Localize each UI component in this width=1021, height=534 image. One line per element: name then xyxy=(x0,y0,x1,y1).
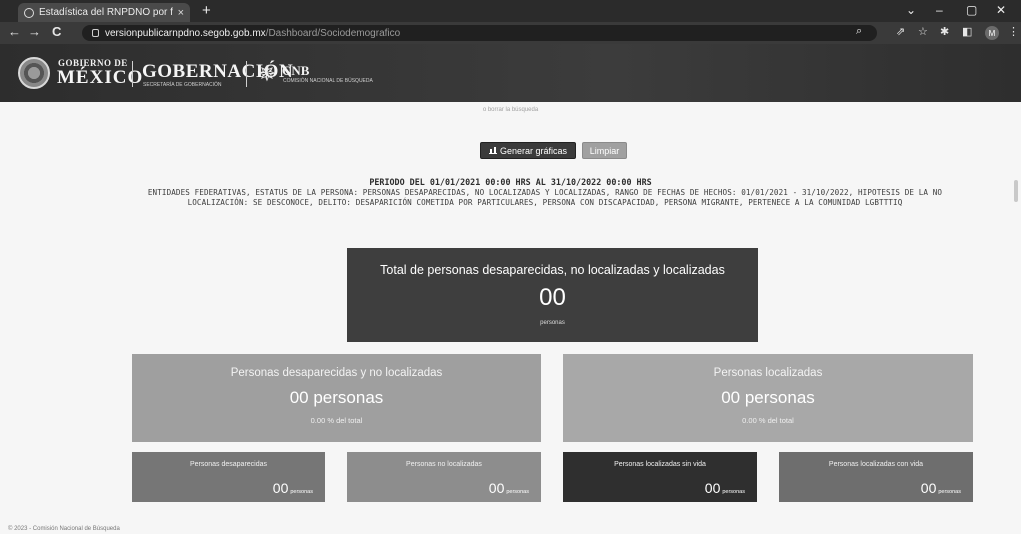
bar-chart-icon xyxy=(488,147,497,154)
profile-avatar[interactable]: M xyxy=(985,26,999,40)
search-icon[interactable]: ⌕ xyxy=(856,25,862,38)
url-text: versionpublicarnpdno.segob.gob.mx/Dashbo… xyxy=(105,27,401,39)
tab-search-icon[interactable]: ⌄ xyxy=(906,3,916,17)
lock-icon[interactable] xyxy=(92,29,99,37)
close-tab-icon[interactable]: × xyxy=(178,7,184,19)
maximize-button[interactable]: ▢ xyxy=(966,3,977,17)
cnb-subtitle: COMISIÓN NACIONAL DE BÚSQUEDA xyxy=(283,78,373,84)
missing-persons-card: Personas desaparecidas y no localizadas … xyxy=(132,354,541,442)
share-icon[interactable]: ⇗ xyxy=(896,25,905,38)
located-alive-card: Personas localizadas con vida 00 personas xyxy=(779,452,973,502)
site-header: GOBIERNO DE MÉXICO GOBERNACIÓN SECRETARÍ… xyxy=(0,44,1021,102)
total-persons-value: 00 xyxy=(539,284,566,311)
located-dead-card: Personas localizadas sin vida 00 personas xyxy=(563,452,757,502)
missing-persons-value: 00 personas xyxy=(289,388,384,407)
browser-window: Estadística del RNPDNO por filtr × + ⌄ –… xyxy=(0,0,1021,534)
disappeared-persons-card: Personas desaparecidas 00 personas xyxy=(132,452,325,502)
cnb-emblem-icon: ✵ xyxy=(257,61,277,86)
header-divider xyxy=(246,61,247,87)
disappeared-persons-value: 00 personas xyxy=(272,480,313,496)
located-persons-value: 00 personas xyxy=(721,388,815,407)
mexico-logo-text: MÉXICO xyxy=(57,67,144,88)
not-located-persons-title: Personas no localizadas xyxy=(406,461,482,468)
page-scrollbar[interactable] xyxy=(1014,180,1018,202)
mexico-seal-icon xyxy=(18,57,50,89)
clear-button[interactable]: Limpiar xyxy=(582,142,627,159)
bookmark-star-icon[interactable]: ☆ xyxy=(918,25,928,38)
address-bar: ← → C versionpublicarnpdno.segob.gob.mx/… xyxy=(0,22,1021,44)
globe-icon xyxy=(24,7,34,18)
menu-icon[interactable]: ⋮ xyxy=(1008,25,1019,38)
located-alive-value: 00 personas xyxy=(920,480,961,496)
reload-button[interactable]: C xyxy=(52,24,61,39)
disappeared-persons-title: Personas desaparecidas xyxy=(189,461,268,468)
located-dead-value: 00 personas xyxy=(704,480,745,496)
missing-persons-title: Personas desaparecidas y no localizadas xyxy=(230,367,443,379)
period-title: PERIODO DEL 01/01/2021 00:00 HRS AL 31/1… xyxy=(369,177,652,187)
filters-summary: ENTIDADES FEDERATIVAS, ESTATUS DE LA PER… xyxy=(147,188,943,207)
side-panel-icon[interactable]: ◧ xyxy=(962,25,972,38)
new-tab-button[interactable]: + xyxy=(202,2,211,19)
located-persons-percent: 0.00 % del total xyxy=(742,416,794,425)
dashboard-content: o borrar la búsqueda Generar gráficas Li… xyxy=(0,102,1021,534)
located-persons-card: Personas localizadas 00 personas 0.00 % … xyxy=(563,354,973,442)
header-divider xyxy=(132,61,133,87)
url-input[interactable]: versionpublicarnpdno.segob.gob.mx/Dashbo… xyxy=(82,25,877,41)
browser-tab[interactable]: Estadística del RNPDNO por filtr × xyxy=(18,3,190,22)
located-alive-title: Personas localizadas con vida xyxy=(828,461,924,468)
extensions-icon[interactable]: ✱ xyxy=(940,25,949,38)
tab-strip: Estadística del RNPDNO por filtr × + ⌄ –… xyxy=(0,0,1021,22)
total-persons-card: Total de personas desaparecidas, no loca… xyxy=(347,248,758,342)
total-persons-title: Total de personas desaparecidas, no loca… xyxy=(380,263,725,277)
back-button[interactable]: ← xyxy=(8,24,21,39)
forward-button[interactable]: → xyxy=(28,24,41,39)
not-located-persons-value: 00 personas xyxy=(488,480,529,496)
not-located-persons-card: Personas no localizadas 00 personas xyxy=(347,452,541,502)
generate-charts-button[interactable]: Generar gráficas xyxy=(480,142,576,159)
clear-hint-text: o borrar la búsqueda xyxy=(482,107,539,113)
close-window-button[interactable]: ✕ xyxy=(996,3,1006,17)
cnb-logo-text: CNB xyxy=(282,63,310,78)
located-persons-title: Personas localizadas xyxy=(713,367,823,379)
tab-title: Estadística del RNPDNO por filtr xyxy=(39,7,173,18)
gobernacion-subtitle: SECRETARÍA DE GOBERNACIÓN xyxy=(143,82,222,88)
generate-charts-label: Generar gráficas xyxy=(499,145,568,156)
missing-persons-percent: 0.00 % del total xyxy=(310,416,363,425)
total-persons-unit: personas xyxy=(540,320,565,326)
minimize-button[interactable]: – xyxy=(936,3,943,17)
located-dead-title: Personas localizadas sin vida xyxy=(614,461,706,468)
footer-copyright: © 2023 - Comisión Nacional de Búsqueda xyxy=(8,526,120,532)
